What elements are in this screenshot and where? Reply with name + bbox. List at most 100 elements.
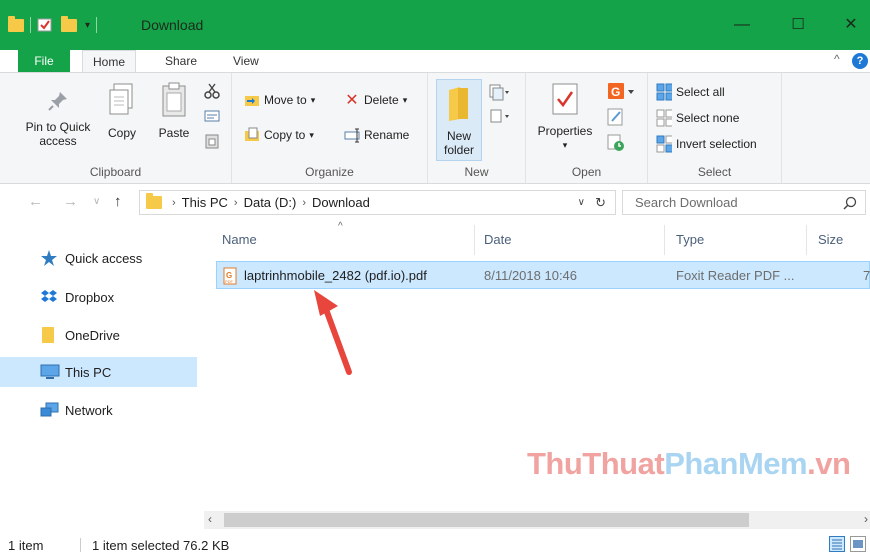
- column-header-type[interactable]: Type: [676, 232, 704, 247]
- address-dropdown-icon[interactable]: ∨: [578, 197, 585, 208]
- star-icon: [41, 250, 57, 266]
- select-none-icon: [656, 109, 672, 127]
- paste-shortcut-icon[interactable]: [204, 133, 220, 149]
- open-icon[interactable]: G: [606, 81, 636, 103]
- ribbon: Pin to Quick access Copy Paste Clipboard…: [0, 72, 870, 184]
- nav-item-onedrive[interactable]: OneDrive: [0, 320, 197, 350]
- tab-home[interactable]: Home: [82, 50, 137, 72]
- scroll-right-icon[interactable]: ›: [864, 512, 868, 526]
- watermark-part-3: .vn: [807, 446, 851, 481]
- watermark: ThuThuatPhanMem.vn: [527, 446, 851, 482]
- nav-item-network[interactable]: Network: [0, 395, 197, 425]
- edit-icon[interactable]: [606, 107, 626, 127]
- history-icon[interactable]: [606, 133, 626, 153]
- column-header-date[interactable]: Date: [484, 232, 511, 247]
- maximize-button[interactable]: ☐: [783, 12, 813, 38]
- tab-view[interactable]: View: [223, 50, 269, 72]
- move-to-button[interactable]: Move to ▾: [244, 89, 315, 111]
- scroll-left-icon[interactable]: ‹: [208, 512, 212, 526]
- breadcrumb-download[interactable]: Download: [312, 195, 370, 210]
- new-folder-button[interactable]: New folder: [436, 79, 482, 161]
- svg-text:G: G: [611, 85, 620, 99]
- details-view-icon: [832, 539, 842, 550]
- window-title: Download: [141, 17, 204, 33]
- new-group-label: New: [464, 165, 489, 179]
- column-header-size[interactable]: Size: [818, 232, 843, 247]
- pin-label: Pin to Quick: [25, 120, 91, 134]
- computer-icon: [40, 364, 60, 379]
- nav-item-quick-access[interactable]: Quick access: [0, 243, 197, 273]
- nav-item-this-pc[interactable]: This PC: [0, 357, 197, 387]
- back-arrow-icon[interactable]: ←: [28, 193, 43, 210]
- open-group-label: Open: [571, 165, 602, 179]
- copy-label: Copy: [107, 126, 136, 140]
- properties-check-icon[interactable]: [37, 17, 53, 33]
- rename-button[interactable]: Rename: [344, 124, 409, 146]
- select-all-label: Select all: [676, 85, 725, 99]
- rename-label: Rename: [364, 128, 410, 142]
- breadcrumb-data-d[interactable]: Data (D:): [244, 195, 297, 210]
- details-view-button[interactable]: [829, 536, 845, 552]
- sort-ascending-icon: ^: [338, 221, 343, 232]
- collapse-ribbon-icon[interactable]: ^: [834, 52, 840, 66]
- delete-button[interactable]: ✕ Delete ▾: [344, 89, 407, 111]
- select-all-button[interactable]: Select all: [656, 81, 725, 103]
- search-icon: [843, 196, 857, 210]
- invert-selection-button[interactable]: Invert selection: [656, 133, 757, 155]
- pin-icon: [48, 92, 67, 111]
- breadcrumb-this-pc[interactable]: This PC: [182, 195, 228, 210]
- refresh-icon[interactable]: ↻: [595, 195, 606, 211]
- new-folder-icon[interactable]: [61, 15, 77, 32]
- file-type: Foxit Reader PDF ...: [676, 268, 795, 283]
- column-header-name[interactable]: Name: [222, 232, 257, 247]
- cut-icon[interactable]: [204, 83, 220, 99]
- watermark-part-2: PhanMem: [664, 446, 808, 481]
- nav-label-onedrive: OneDrive: [65, 327, 120, 343]
- address-row: ← → ∨ ↑ › This PC › Data (D:) › Download…: [0, 185, 870, 221]
- status-selection: 1 item selected 76.2 KB: [92, 538, 230, 553]
- organize-group-label: Organize: [305, 165, 354, 179]
- organize-group: Move to ▾ ✕ Delete ▾ Copy to ▾ Rename Or…: [232, 73, 428, 183]
- network-icon: [40, 402, 59, 417]
- nav-label-quick-access: Quick access: [65, 250, 143, 266]
- search-input[interactable]: Search Download: [622, 190, 866, 215]
- dropbox-icon: [41, 290, 57, 302]
- delete-dropdown-icon: ▾: [402, 94, 408, 105]
- watermark-part-1: ThuThuat: [527, 446, 665, 481]
- paste-button[interactable]: Paste: [154, 81, 194, 140]
- tab-share[interactable]: Share: [155, 50, 207, 72]
- large-icons-view-icon: [853, 540, 863, 548]
- new-folder-icon: [449, 87, 468, 121]
- properties-button[interactable]: Properties ▾: [534, 81, 596, 152]
- delete-label: Delete: [364, 93, 399, 107]
- address-bar[interactable]: › This PC › Data (D:) › Download ∨ ↻: [139, 190, 616, 215]
- address-folder-icon: [146, 193, 162, 209]
- new-item-icon[interactable]: [488, 83, 510, 101]
- select-none-button[interactable]: Select none: [656, 107, 739, 129]
- easy-access-icon[interactable]: [488, 107, 510, 125]
- new-folder-label-2: folder: [443, 143, 475, 157]
- nav-label-network: Network: [65, 402, 113, 418]
- large-icons-view-button[interactable]: [850, 536, 866, 552]
- up-arrow-icon[interactable]: ↑: [114, 193, 122, 210]
- properties-dropdown-icon: ▾: [562, 140, 568, 150]
- recent-locations-chevron-icon[interactable]: ∨: [93, 196, 100, 207]
- help-icon[interactable]: ?: [852, 53, 868, 69]
- copy-button[interactable]: Copy: [102, 81, 142, 140]
- copy-path-icon[interactable]: [204, 109, 220, 123]
- file-size: 7: [863, 268, 870, 283]
- customize-toolbar-chevron-icon[interactable]: ▾: [85, 20, 90, 31]
- minimize-button[interactable]: —: [727, 12, 757, 38]
- annotation-arrow: [314, 290, 352, 375]
- invert-selection-label: Invert selection: [676, 137, 757, 151]
- select-all-icon: [656, 83, 672, 101]
- tab-file[interactable]: File: [18, 50, 70, 72]
- copy-to-button[interactable]: Copy to ▾: [244, 124, 314, 146]
- close-button[interactable]: ✕: [836, 12, 866, 38]
- nav-item-dropbox[interactable]: Dropbox: [0, 282, 197, 312]
- move-to-icon: [245, 96, 259, 106]
- pin-to-quick-access-button[interactable]: Pin to Quick access: [14, 89, 102, 148]
- scrollbar-thumb[interactable]: [224, 513, 749, 527]
- horizontal-scrollbar[interactable]: ‹ ›: [204, 511, 870, 529]
- forward-arrow-icon[interactable]: →: [63, 193, 78, 210]
